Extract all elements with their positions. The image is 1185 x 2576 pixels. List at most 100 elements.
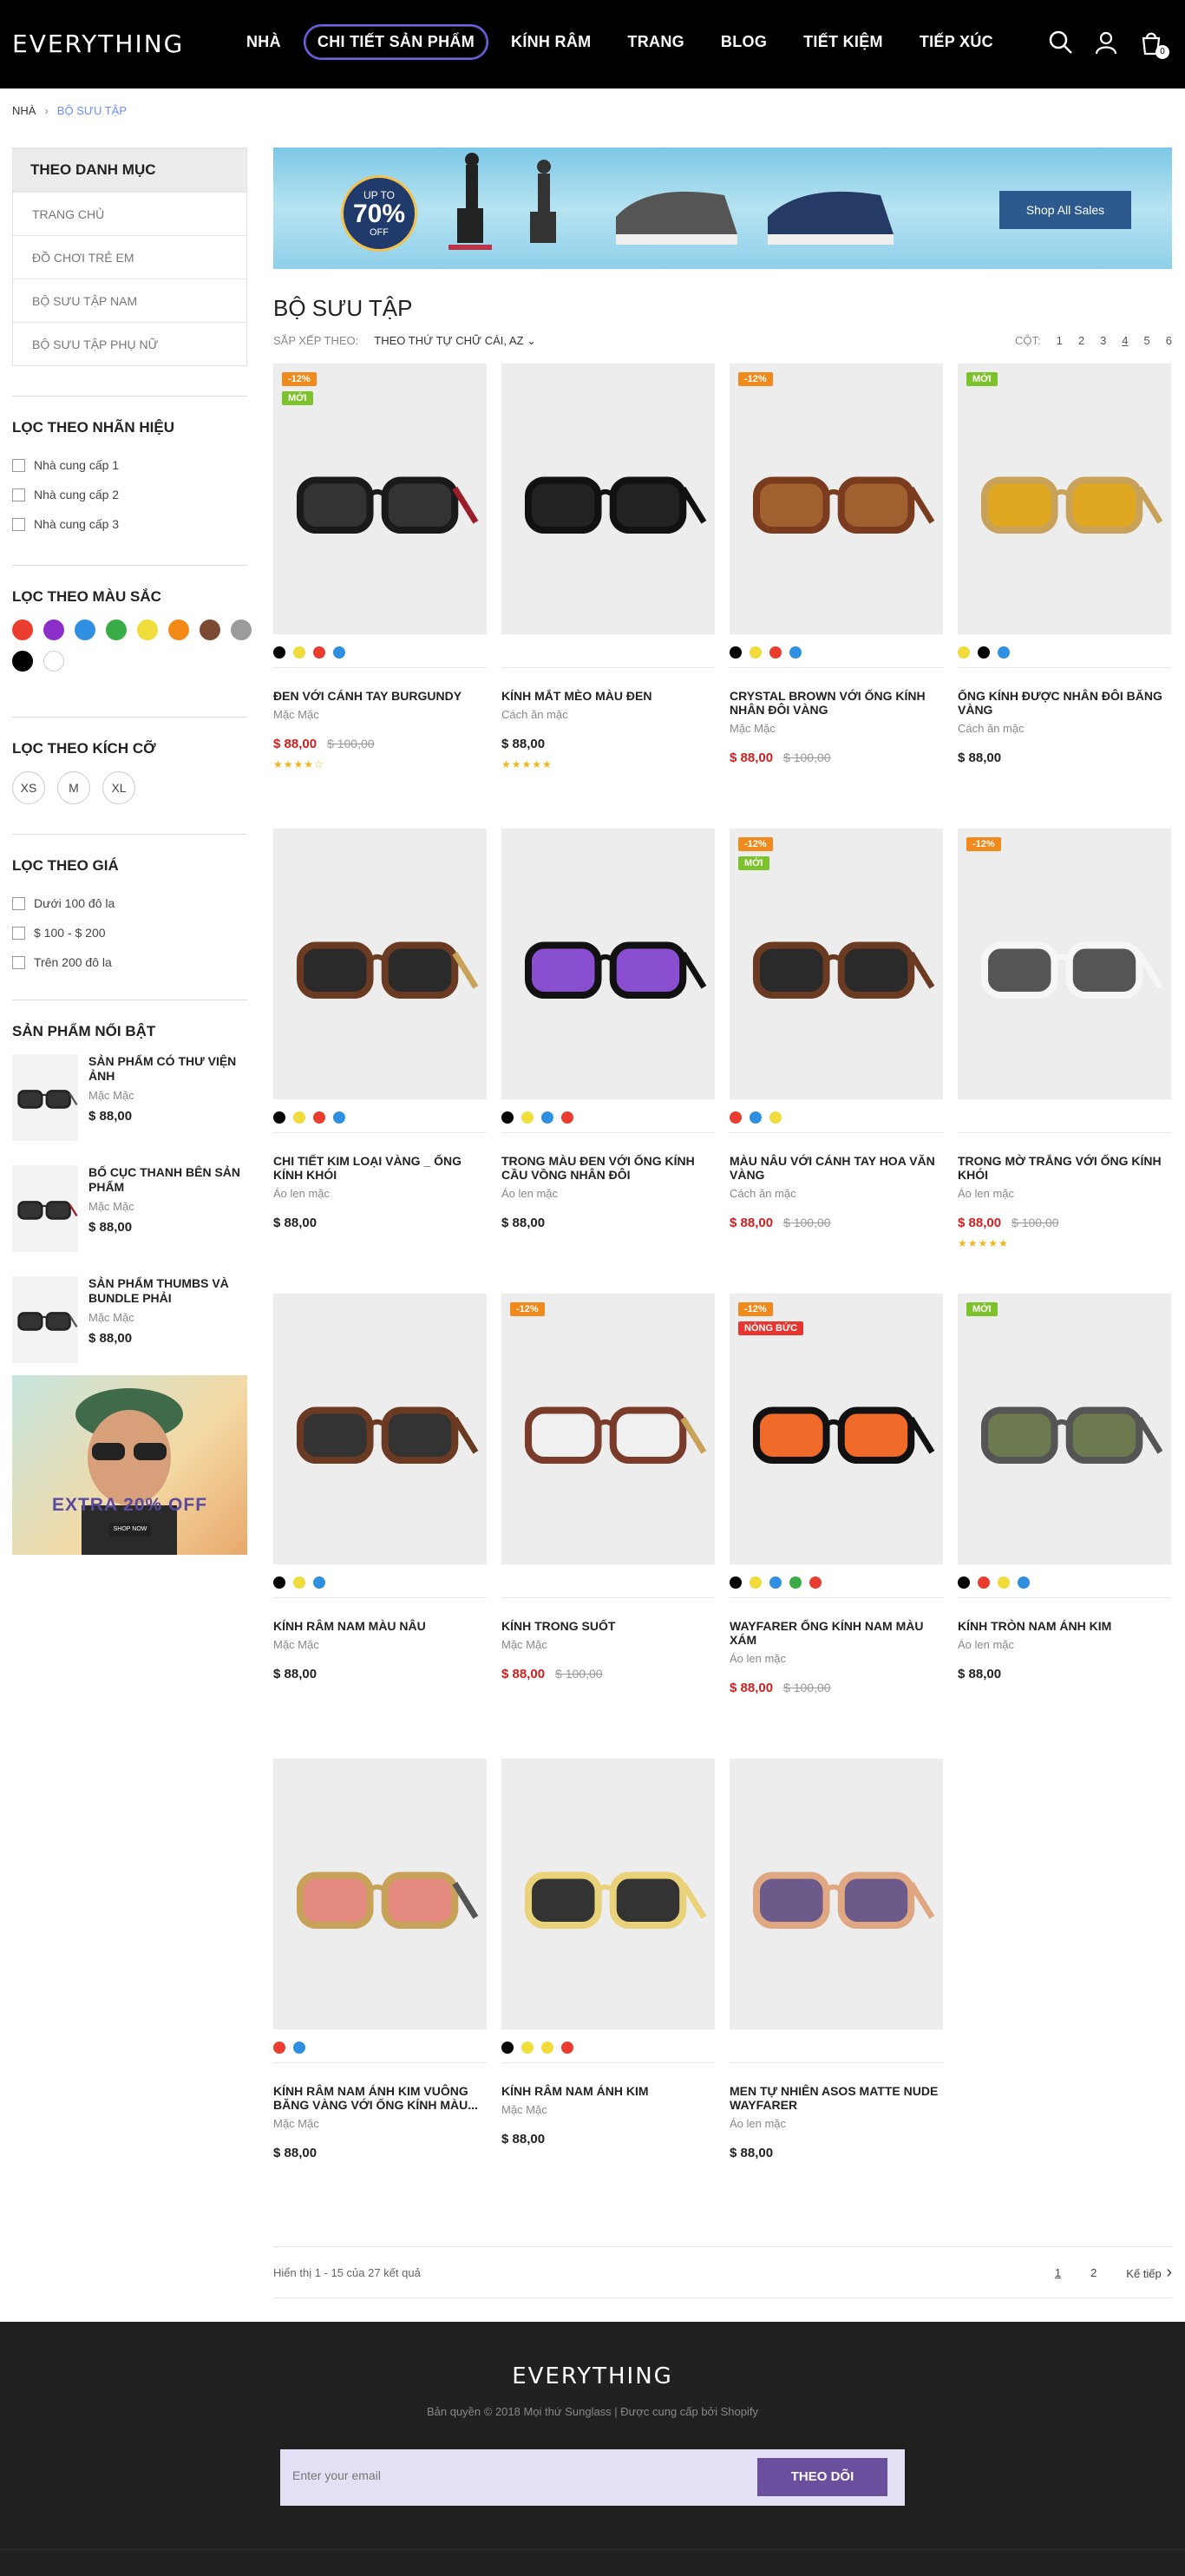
footer-logo[interactable]: EVERYTHING <box>0 2363 1185 2389</box>
product-name[interactable]: KÍNH TRÒN NAM ÁNH KIM <box>958 1619 1171 1633</box>
color-dot[interactable] <box>501 2042 514 2054</box>
product-name[interactable]: TRONG MỜ TRẮNG VỚI ỐNG KÍNH KHÓI <box>958 1154 1171 1182</box>
size-option[interactable]: XL <box>102 771 135 804</box>
product-image[interactable]: -12% MỚI <box>730 829 943 1099</box>
brand-option[interactable]: Nhà cung cấp 3 <box>12 509 247 539</box>
brand-option[interactable]: Nhà cung cấp 1 <box>12 450 247 480</box>
category-item[interactable]: BỘ SƯU TẬP PHỤ NỮ <box>13 322 246 365</box>
product-card[interactable]: CHI TIẾT KIM LOẠI VÀNG _ ỐNG KÍNH KHÓI Áo… <box>273 829 487 1294</box>
page-link[interactable]: 2 <box>1090 2266 1097 2279</box>
product-card[interactable]: MỚI ỐNG KÍNH ĐƯỢC NHÂN ĐÔI BĂNG VÀNG Cách … <box>958 364 1171 829</box>
sidebar-promo-banner[interactable]: EXTRA 20% OFF SHOP NOW <box>12 1375 247 1555</box>
product-name[interactable]: TRONG MÀU ĐEN VỚI ỐNG KÍNH CẦU VỒNG NHÂN… <box>501 1154 715 1182</box>
color-dot[interactable] <box>521 2042 534 2054</box>
product-card[interactable]: MEN TỰ NHIÊN ASOS MATTE NUDE WAYFARER Áo … <box>730 1759 943 2224</box>
nav-item[interactable]: BLOG <box>707 24 781 60</box>
color-dot[interactable] <box>958 646 970 659</box>
color-dot[interactable] <box>730 646 742 659</box>
next-page-link[interactable]: Kế tiếp › <box>1126 2263 1172 2283</box>
color-dot[interactable] <box>789 646 802 659</box>
product-card[interactable]: KÍNH RÂM NAM MÀU NÂU Mặc Mặc $ 88,00 <box>273 1294 487 1759</box>
product-name[interactable]: ỐNG KÍNH ĐƯỢC NHÂN ĐÔI BĂNG VÀNG <box>958 689 1171 717</box>
color-dot[interactable] <box>769 646 782 659</box>
category-item[interactable]: ĐỒ CHƠI TRẺ EM <box>13 235 246 279</box>
color-dot[interactable] <box>769 1576 782 1589</box>
nav-item[interactable]: KÍNH RÂM <box>497 24 605 60</box>
color-dot[interactable] <box>293 646 305 659</box>
featured-name[interactable]: SẢN PHẨM CÓ THƯ VIỆN ẢNH <box>88 1054 247 1084</box>
checkbox[interactable] <box>12 517 25 531</box>
color-dot[interactable] <box>293 2042 305 2054</box>
product-image[interactable] <box>501 829 715 1099</box>
product-image[interactable]: -12% <box>730 364 943 634</box>
color-dot[interactable] <box>561 1111 573 1124</box>
color-dot[interactable] <box>273 1111 285 1124</box>
color-swatch[interactable] <box>106 619 127 640</box>
product-image[interactable]: MỚI <box>958 1294 1171 1564</box>
product-name[interactable]: WAYFARER ỐNG KÍNH NAM MÀU XÁM <box>730 1619 943 1647</box>
size-option[interactable]: XS <box>12 771 45 804</box>
product-name[interactable]: KÍNH RÂM NAM ÁNH KIM <box>501 2084 715 2098</box>
product-image[interactable] <box>273 829 487 1099</box>
product-name[interactable]: ĐEN VỚI CÁNH TAY BURGUNDY <box>273 689 487 703</box>
product-card[interactable]: -12% NÓNG BỨC WAYFARER ỐNG KÍNH NAM MÀU XÁ… <box>730 1294 943 1759</box>
cart-icon[interactable]: 0 <box>1138 29 1169 59</box>
category-item[interactable]: BỘ SƯU TẬP NAM <box>13 279 246 322</box>
color-dot[interactable] <box>273 1576 285 1589</box>
checkbox[interactable] <box>12 458 25 472</box>
color-swatch[interactable] <box>231 619 252 640</box>
product-card[interactable]: -12% MỚI MÀU NÂU VỚI CÁNH TAY HOA VĂN VÀNG… <box>730 829 943 1294</box>
column-option[interactable]: 2 <box>1078 334 1084 348</box>
product-name[interactable]: MÀU NÂU VỚI CÁNH TAY HOA VĂN VÀNG <box>730 1154 943 1182</box>
product-image[interactable] <box>501 364 715 634</box>
color-dot[interactable] <box>730 1111 742 1124</box>
product-image[interactable]: -12% NÓNG BỨC <box>730 1294 943 1564</box>
product-card[interactable]: -12% MỚI ĐEN VỚI CÁNH TAY BURGUNDY Mặc Mặc $… <box>273 364 487 829</box>
sort-select[interactable]: THEO THỨ TỰ CHỮ CÁI, AZ ⌄ <box>374 334 536 348</box>
email-input[interactable]: Enter your email <box>292 2468 381 2482</box>
product-image[interactable] <box>730 1759 943 2029</box>
product-card[interactable]: -12% CRYSTAL BROWN VỚI ỐNG KÍNH NHÂN ĐÔI … <box>730 364 943 829</box>
color-swatch[interactable] <box>168 619 189 640</box>
color-swatch[interactable] <box>43 619 64 640</box>
nav-item[interactable]: TIẾP XÚC <box>906 24 1007 60</box>
column-option[interactable]: 3 <box>1100 334 1106 348</box>
product-image[interactable]: -12% MỚI <box>273 364 487 634</box>
page-link[interactable]: 1 <box>1055 2266 1061 2279</box>
featured-item[interactable]: BỐ CỤC THANH BÊN SẢN PHẨM Mặc Mặc $ 88,00 <box>12 1165 247 1252</box>
checkbox[interactable] <box>12 926 25 940</box>
checkbox[interactable] <box>12 896 25 910</box>
category-item[interactable]: TRANG CHỦ <box>13 192 246 235</box>
color-dot[interactable] <box>561 2042 573 2054</box>
checkbox[interactable] <box>12 488 25 501</box>
size-option[interactable]: M <box>57 771 90 804</box>
product-name[interactable]: CHI TIẾT KIM LOẠI VÀNG _ ỐNG KÍNH KHÓI <box>273 1154 487 1182</box>
color-dot[interactable] <box>541 2042 553 2054</box>
product-name[interactable]: KÍNH RÂM NAM MÀU NÂU <box>273 1619 487 1633</box>
nav-item[interactable]: NHÀ <box>232 24 295 60</box>
color-dot[interactable] <box>313 646 325 659</box>
product-image[interactable] <box>501 1759 715 2029</box>
price-option[interactable]: $ 100 - $ 200 <box>12 918 247 947</box>
color-swatch[interactable] <box>12 651 33 672</box>
color-dot[interactable] <box>750 1111 762 1124</box>
color-dot[interactable] <box>313 1111 325 1124</box>
color-dot[interactable] <box>293 1576 305 1589</box>
promo-shop-button[interactable]: SHOP NOW <box>109 1523 151 1537</box>
featured-name[interactable]: SẢN PHẨM THUMBS VÀ BUNDLE PHẢI <box>88 1276 247 1306</box>
color-dot[interactable] <box>333 1111 345 1124</box>
color-dot[interactable] <box>313 1576 325 1589</box>
product-name[interactable]: CRYSTAL BROWN VỚI ỐNG KÍNH NHÂN ĐÔI VÀNG <box>730 689 943 717</box>
color-dot[interactable] <box>273 646 285 659</box>
product-card[interactable]: KÍNH MẮT MÈO MÀU ĐEN Cách ăn mặc $ 88,00 ★★… <box>501 364 715 829</box>
featured-image[interactable] <box>12 1276 78 1363</box>
product-card[interactable]: -12% TRONG MỜ TRẮNG VỚI ỐNG KÍNH KHÓI Áo l… <box>958 829 1171 1294</box>
product-card[interactable]: -12% KÍNH TRONG SUỐT Mặc Mặc $ 88,00 $ 100,0… <box>501 1294 715 1759</box>
color-dot[interactable] <box>521 1111 534 1124</box>
product-name[interactable]: MEN TỰ NHIÊN ASOS MATTE NUDE WAYFARER <box>730 2084 943 2112</box>
column-option[interactable]: 1 <box>1057 334 1063 348</box>
color-swatch[interactable] <box>12 619 33 640</box>
subscribe-button[interactable]: THEO DÕI <box>757 2458 887 2496</box>
product-name[interactable]: KÍNH MẮT MÈO MÀU ĐEN <box>501 689 715 703</box>
nav-item[interactable]: TRANG <box>613 24 698 60</box>
